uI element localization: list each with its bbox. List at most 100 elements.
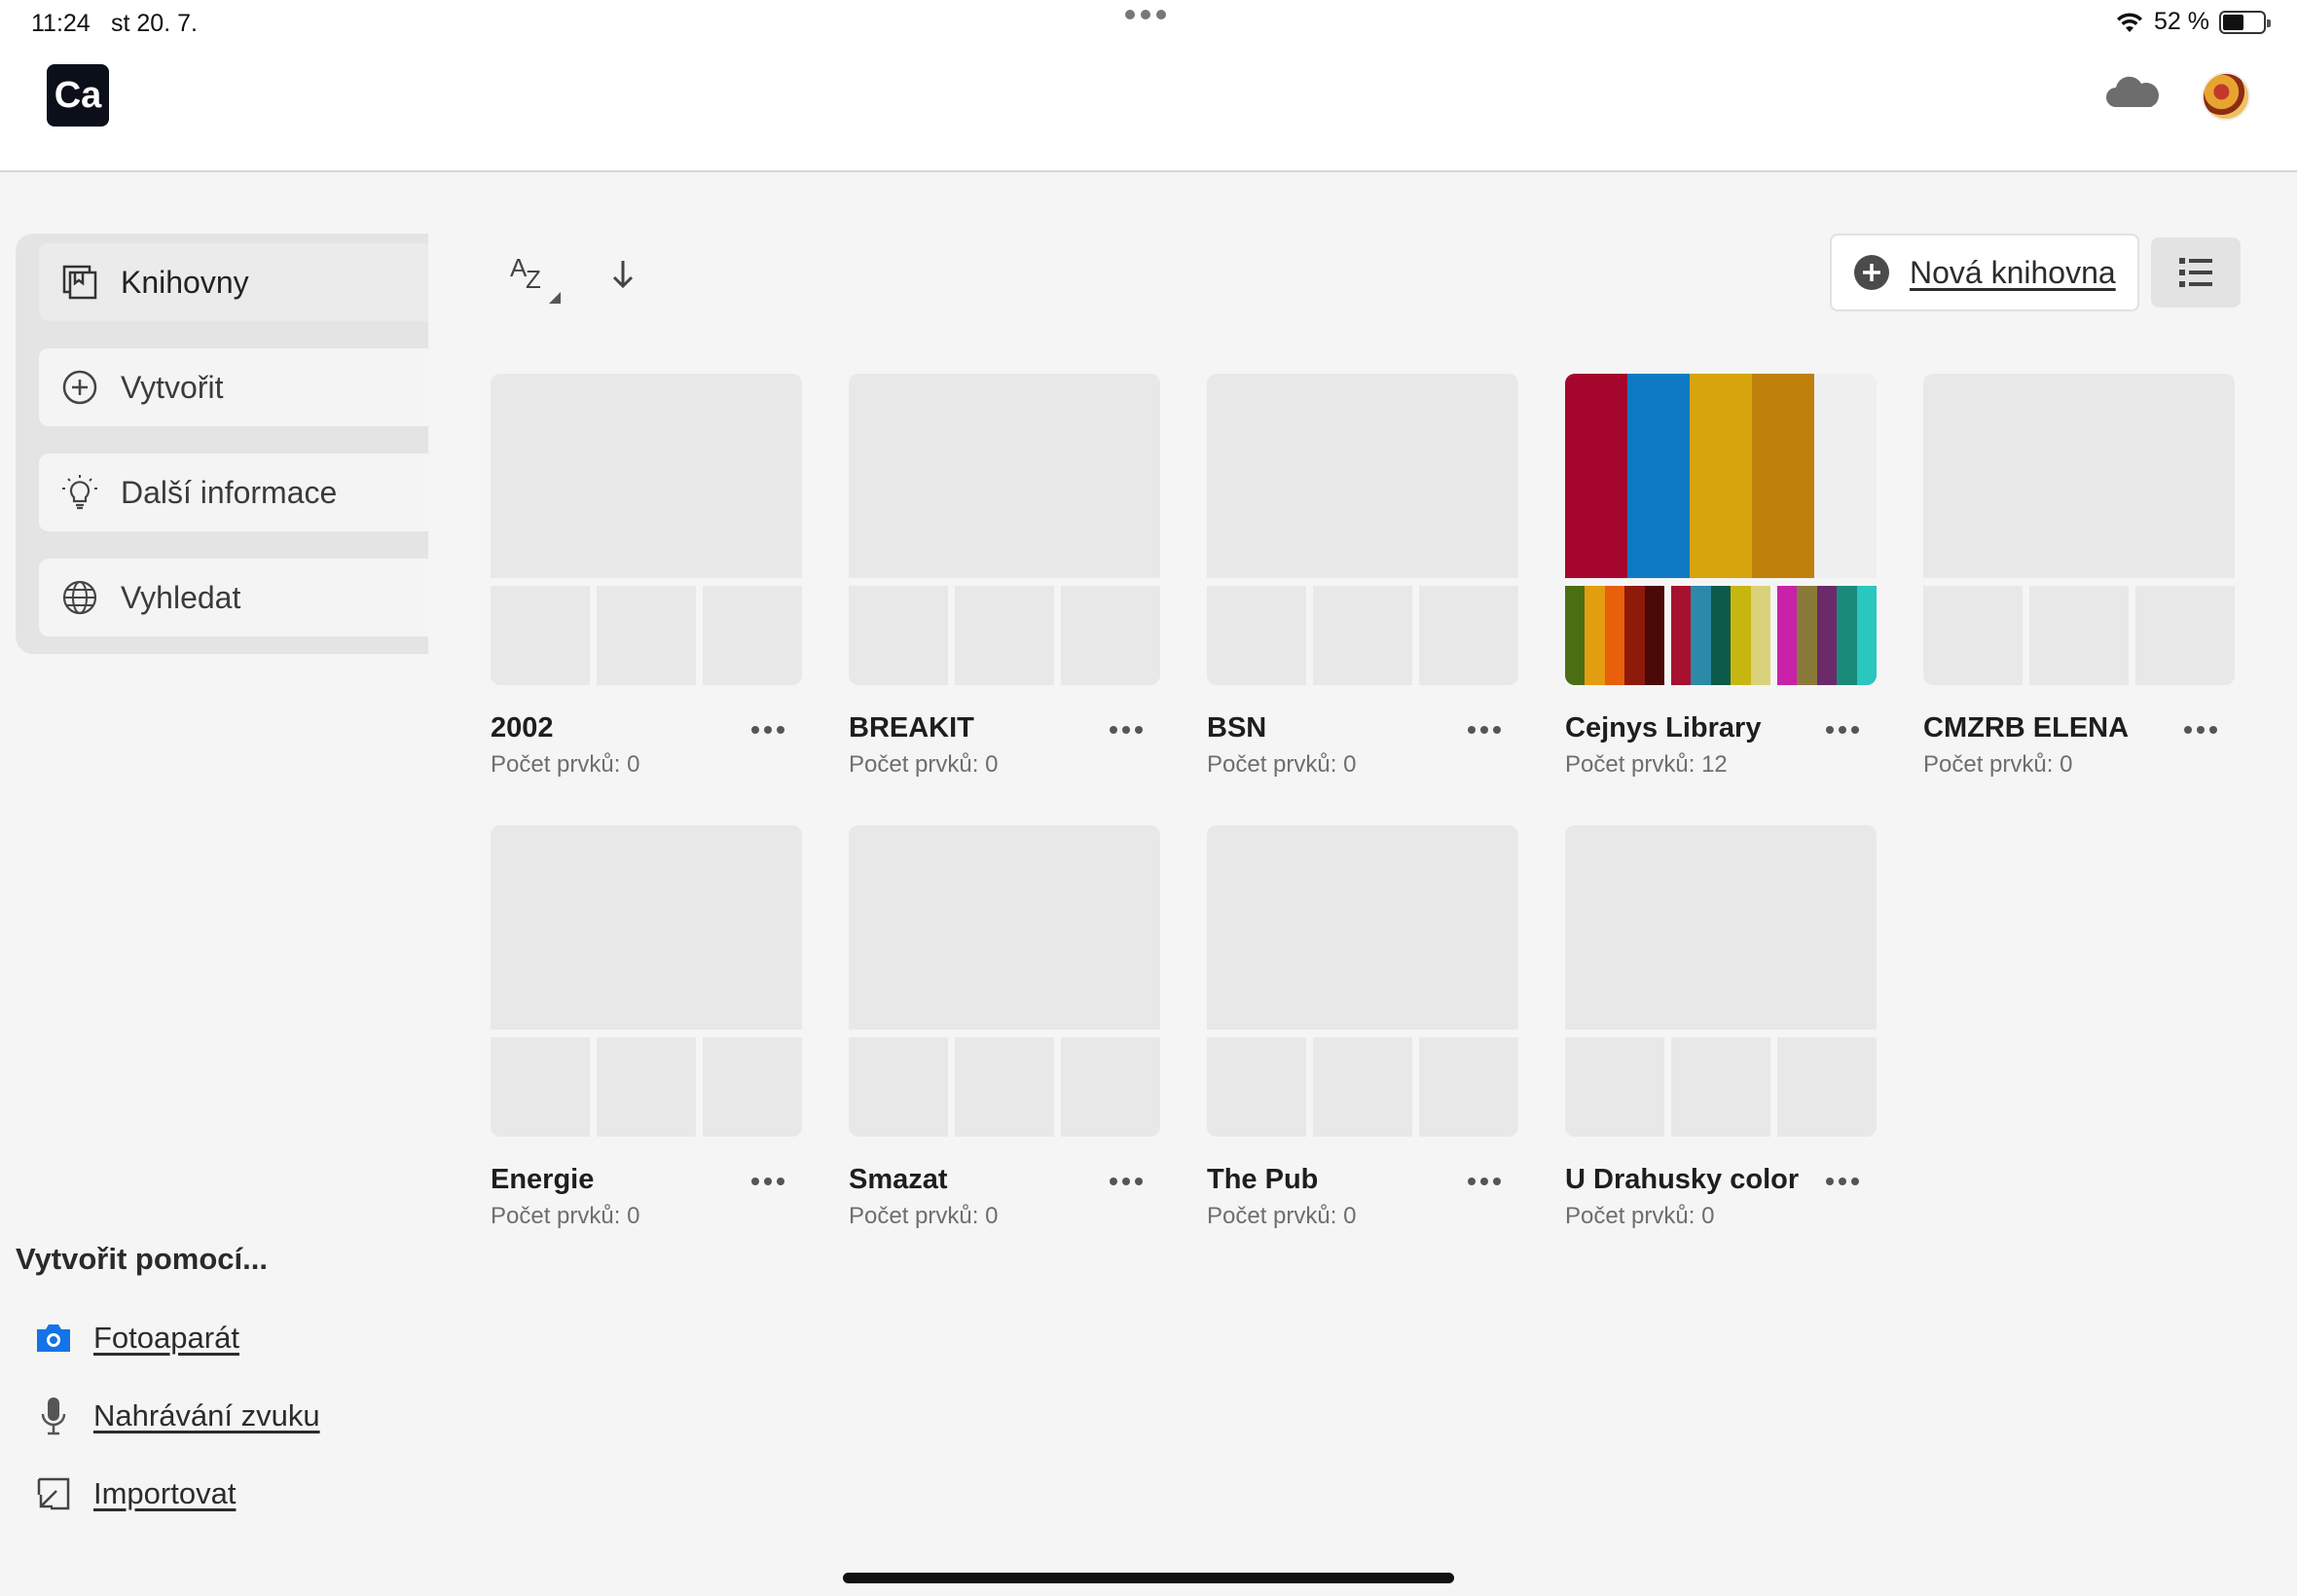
audio-recording-label: Nahrávání zvuku bbox=[93, 1398, 320, 1433]
new-library-label: Nová knihovna bbox=[1910, 254, 2116, 290]
library-name: Smazat bbox=[849, 1164, 948, 1195]
battery-icon bbox=[2219, 10, 2271, 34]
library-icon bbox=[60, 263, 99, 302]
library-item-count: Počet prvků: 0 bbox=[849, 751, 999, 778]
thumbnail-placeholder bbox=[1207, 586, 1306, 685]
camera-link[interactable]: Fotoaparát bbox=[33, 1318, 239, 1359]
sort-alphabetical-icon[interactable]: A Z bbox=[506, 247, 565, 306]
thumbnail-placeholder bbox=[491, 586, 590, 685]
create-with-heading: Vytvořit pomocí... bbox=[16, 1242, 268, 1276]
sidebar-item-label: Další informace bbox=[121, 474, 338, 510]
new-library-button[interactable]: Nová knihovna bbox=[1830, 234, 2139, 311]
library-name: BSN bbox=[1207, 712, 1267, 744]
lightbulb-icon bbox=[60, 473, 99, 512]
library-card[interactable]: Smazat Počet prvků: 0 bbox=[849, 825, 1160, 1229]
sidebar-item-label: Vytvořit bbox=[121, 369, 224, 405]
sort-direction-icon[interactable] bbox=[603, 255, 642, 294]
add-circle-icon bbox=[60, 368, 99, 407]
thumbnail-placeholder bbox=[849, 374, 1160, 578]
more-options-icon[interactable] bbox=[744, 1162, 792, 1201]
status-bar: 11:24 st 20. 7. 52 % bbox=[0, 0, 2297, 49]
thumbnail-placeholder bbox=[703, 586, 802, 685]
thumbnail-placeholder bbox=[1419, 586, 1518, 685]
library-thumbnail bbox=[1565, 374, 1877, 685]
avatar[interactable] bbox=[2202, 72, 2250, 121]
more-options-icon[interactable] bbox=[1102, 710, 1150, 749]
thumbnail-placeholder bbox=[597, 1037, 696, 1137]
app-header: Ca bbox=[0, 49, 2297, 172]
sidebar-item-learn[interactable]: Další informace bbox=[39, 453, 428, 531]
thumbnail-placeholder bbox=[2135, 586, 2235, 685]
import-icon bbox=[33, 1473, 74, 1514]
library-item-count: Počet prvků: 12 bbox=[1565, 751, 1728, 778]
library-name: The Pub bbox=[1207, 1164, 1319, 1195]
library-item-count: Počet prvků: 0 bbox=[1207, 1203, 1357, 1229]
thumbnail-placeholder bbox=[1923, 586, 2023, 685]
thumbnail-placeholder bbox=[491, 1037, 590, 1137]
more-options-icon[interactable] bbox=[744, 710, 792, 749]
library-name: U Drahusky color bbox=[1565, 1164, 1800, 1195]
library-item-count: Počet prvků: 0 bbox=[491, 751, 640, 778]
library-card[interactable]: CMZRB ELENA Počet prvků: 0 bbox=[1923, 374, 2235, 778]
library-card[interactable]: BSN Počet prvků: 0 bbox=[1207, 374, 1518, 778]
multitasking-dots-icon[interactable] bbox=[1125, 10, 1166, 19]
library-thumbnail bbox=[849, 825, 1160, 1137]
library-thumbnail bbox=[491, 374, 802, 685]
library-card[interactable]: The Pub Počet prvků: 0 bbox=[1207, 825, 1518, 1229]
color-theme-swatch bbox=[1671, 586, 1771, 685]
library-card[interactable]: U Drahusky color Počet prvků: 0 bbox=[1565, 825, 1877, 1229]
list-view-toggle[interactable] bbox=[2151, 237, 2241, 308]
library-name: CMZRB ELENA bbox=[1923, 712, 2130, 744]
library-thumbnail bbox=[1207, 374, 1518, 685]
thumbnail-placeholder bbox=[955, 1037, 1054, 1137]
thumbnail-placeholder bbox=[1565, 1037, 1664, 1137]
thumbnail-placeholder bbox=[1923, 374, 2235, 578]
thumbnail-placeholder bbox=[1313, 586, 1412, 685]
audio-recording-link[interactable]: Nahrávání zvuku bbox=[33, 1396, 320, 1436]
library-item-count: Počet prvků: 0 bbox=[1923, 751, 2073, 778]
library-thumbnail bbox=[1923, 374, 2235, 685]
import-link[interactable]: Importovat bbox=[33, 1473, 236, 1514]
thumbnail-placeholder bbox=[1207, 374, 1518, 578]
library-item-count: Počet prvků: 0 bbox=[491, 1203, 640, 1229]
more-options-icon[interactable] bbox=[1818, 1162, 1867, 1201]
more-options-icon[interactable] bbox=[1102, 1162, 1150, 1201]
thumbnail-placeholder bbox=[597, 586, 696, 685]
library-thumbnail bbox=[1565, 825, 1877, 1137]
library-card[interactable]: 2002 Počet prvků: 0 bbox=[491, 374, 802, 778]
library-thumbnail bbox=[491, 825, 802, 1137]
microphone-icon bbox=[33, 1396, 74, 1436]
camera-icon bbox=[33, 1318, 74, 1359]
battery-percent: 52 % bbox=[2154, 8, 2209, 35]
sidebar-item-label: Knihovny bbox=[121, 264, 249, 300]
library-name: Cejnys Library bbox=[1565, 712, 1762, 744]
thumbnail-placeholder bbox=[1207, 1037, 1306, 1137]
sidebar-item-search[interactable]: Vyhledat bbox=[39, 559, 428, 636]
thumbnail-placeholder bbox=[1061, 586, 1160, 685]
thumbnail-placeholder bbox=[1207, 825, 1518, 1030]
library-name: Energie bbox=[491, 1164, 595, 1195]
thumbnail-placeholder bbox=[955, 586, 1054, 685]
library-item-count: Počet prvků: 0 bbox=[1565, 1203, 1715, 1229]
home-indicator[interactable] bbox=[843, 1573, 1454, 1583]
import-label: Importovat bbox=[93, 1476, 237, 1510]
color-theme-swatch bbox=[1565, 374, 1877, 578]
library-card[interactable]: Energie Počet prvků: 0 bbox=[491, 825, 802, 1229]
thumbnail-placeholder bbox=[849, 586, 948, 685]
thumbnail-placeholder bbox=[2029, 586, 2129, 685]
more-options-icon[interactable] bbox=[2176, 710, 2225, 749]
library-card[interactable]: Cejnys Library Počet prvků: 12 bbox=[1565, 374, 1877, 778]
more-options-icon[interactable] bbox=[1818, 710, 1867, 749]
globe-icon bbox=[60, 578, 99, 617]
sidebar-item-create[interactable]: Vytvořit bbox=[39, 348, 428, 426]
sidebar-item-label: Vyhledat bbox=[121, 579, 241, 615]
more-options-icon[interactable] bbox=[1460, 1162, 1509, 1201]
cloud-icon[interactable] bbox=[2102, 68, 2163, 117]
thumbnail-placeholder bbox=[1061, 1037, 1160, 1137]
library-card[interactable]: BREAKIT Počet prvků: 0 bbox=[849, 374, 1160, 778]
more-options-icon[interactable] bbox=[1460, 710, 1509, 749]
app-logo[interactable]: Ca bbox=[47, 64, 109, 127]
library-thumbnail bbox=[1207, 825, 1518, 1137]
svg-text:Z: Z bbox=[526, 265, 541, 294]
sidebar-item-libraries[interactable]: Knihovny bbox=[39, 243, 428, 321]
